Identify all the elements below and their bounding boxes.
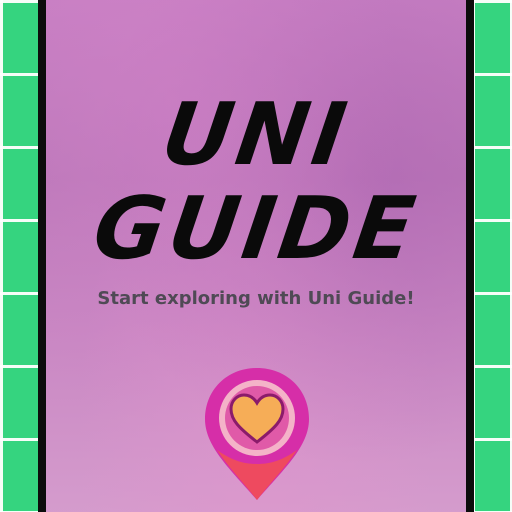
app-title-line-2: GUIDE — [87, 179, 425, 279]
right-green-grid-panel — [472, 0, 512, 512]
app-screen: UNI GUIDE Start exploring with Uni Guide… — [0, 0, 512, 512]
tagline: Start exploring with Uni Guide! — [97, 288, 415, 309]
location-pin-heart-icon — [205, 368, 309, 500]
app-title-line-1: UNI — [156, 85, 356, 185]
splash-screen: UNI GUIDE Start exploring with Uni Guide… — [46, 0, 466, 512]
left-green-grid-panel — [0, 0, 40, 512]
